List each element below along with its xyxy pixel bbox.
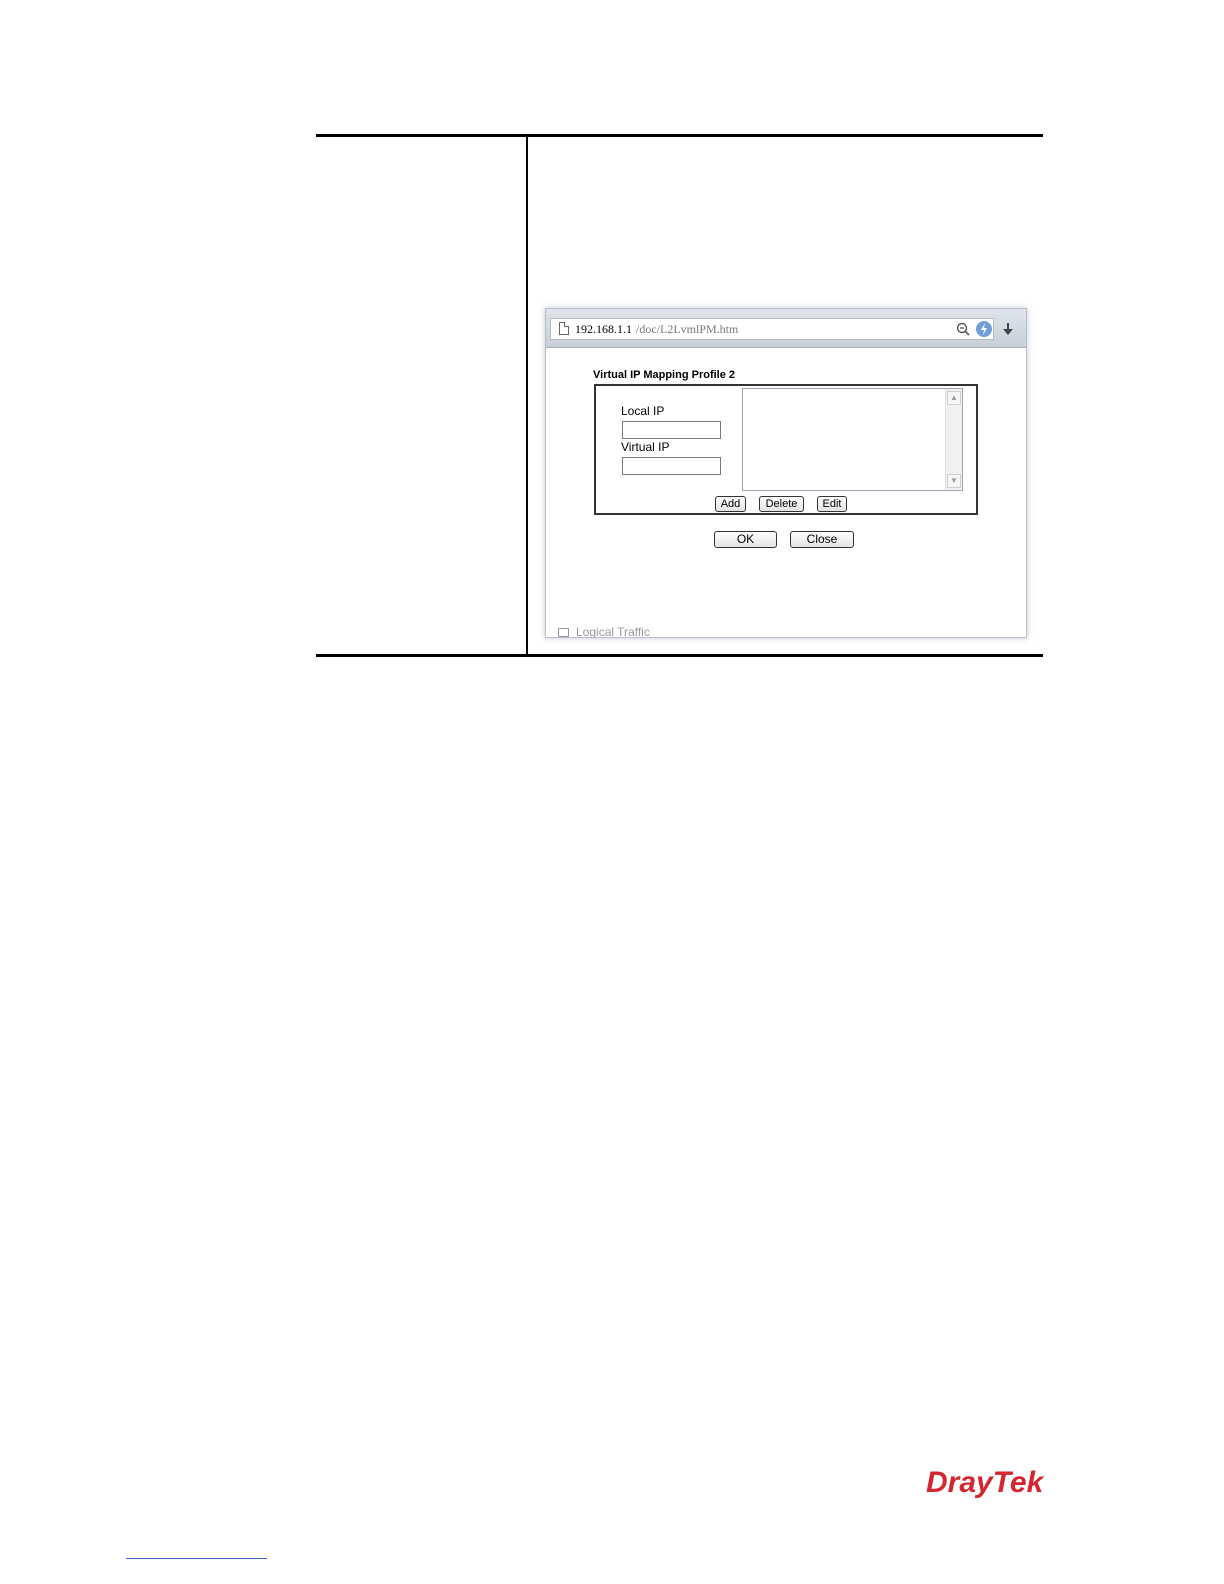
page-icon [559,322,569,335]
browser-toolbar: 192.168.1.1 /doc/L2LvmlPM.htm [546,309,1026,348]
listbox-scrollbar[interactable]: ▲ ▼ [945,389,962,490]
embedded-screenshot: 192.168.1.1 /doc/L2LvmlPM.htm Virtual IP… [545,308,1027,638]
ok-button[interactable]: OK [714,531,777,548]
zoom-icon[interactable] [956,322,970,336]
add-button[interactable]: Add [715,496,746,512]
delete-button[interactable]: Delete [759,496,804,512]
mapping-group-box: Local IP Virtual IP ▲ ▼ Add Delete Edit [594,384,978,515]
virtual-ip-label: Virtual IP [621,440,670,454]
background-fragment-text: Logical Traffic [576,625,650,638]
table-top-rule [316,134,1043,137]
profile-title: Virtual IP Mapping Profile 2 [593,369,736,381]
mapping-listbox[interactable]: ▲ ▼ [742,388,963,491]
local-ip-label: Local IP [621,404,665,418]
edit-button[interactable]: Edit [817,496,847,512]
close-button[interactable]: Close [790,531,854,548]
url-host: 192.168.1.1 [575,322,632,336]
draytek-logo: DrayTek [926,1466,1044,1499]
background-page-fragment: Logical Traffic [556,624,1025,638]
bolt-icon[interactable] [976,321,992,337]
local-ip-input[interactable] [622,421,721,439]
address-bar[interactable]: 192.168.1.1 /doc/L2LvmlPM.htm [550,318,994,340]
table-bottom-rule [316,654,1043,657]
virtual-ip-input[interactable] [622,457,721,475]
footer-link-underline [126,1558,267,1559]
table-column-divider [526,134,528,656]
url-path: /doc/L2LvmlPM.htm [636,322,739,336]
scroll-up-icon[interactable]: ▲ [947,391,961,405]
checkbox-icon [558,628,569,637]
scroll-down-icon[interactable]: ▼ [947,474,961,488]
download-icon[interactable] [1000,321,1016,339]
